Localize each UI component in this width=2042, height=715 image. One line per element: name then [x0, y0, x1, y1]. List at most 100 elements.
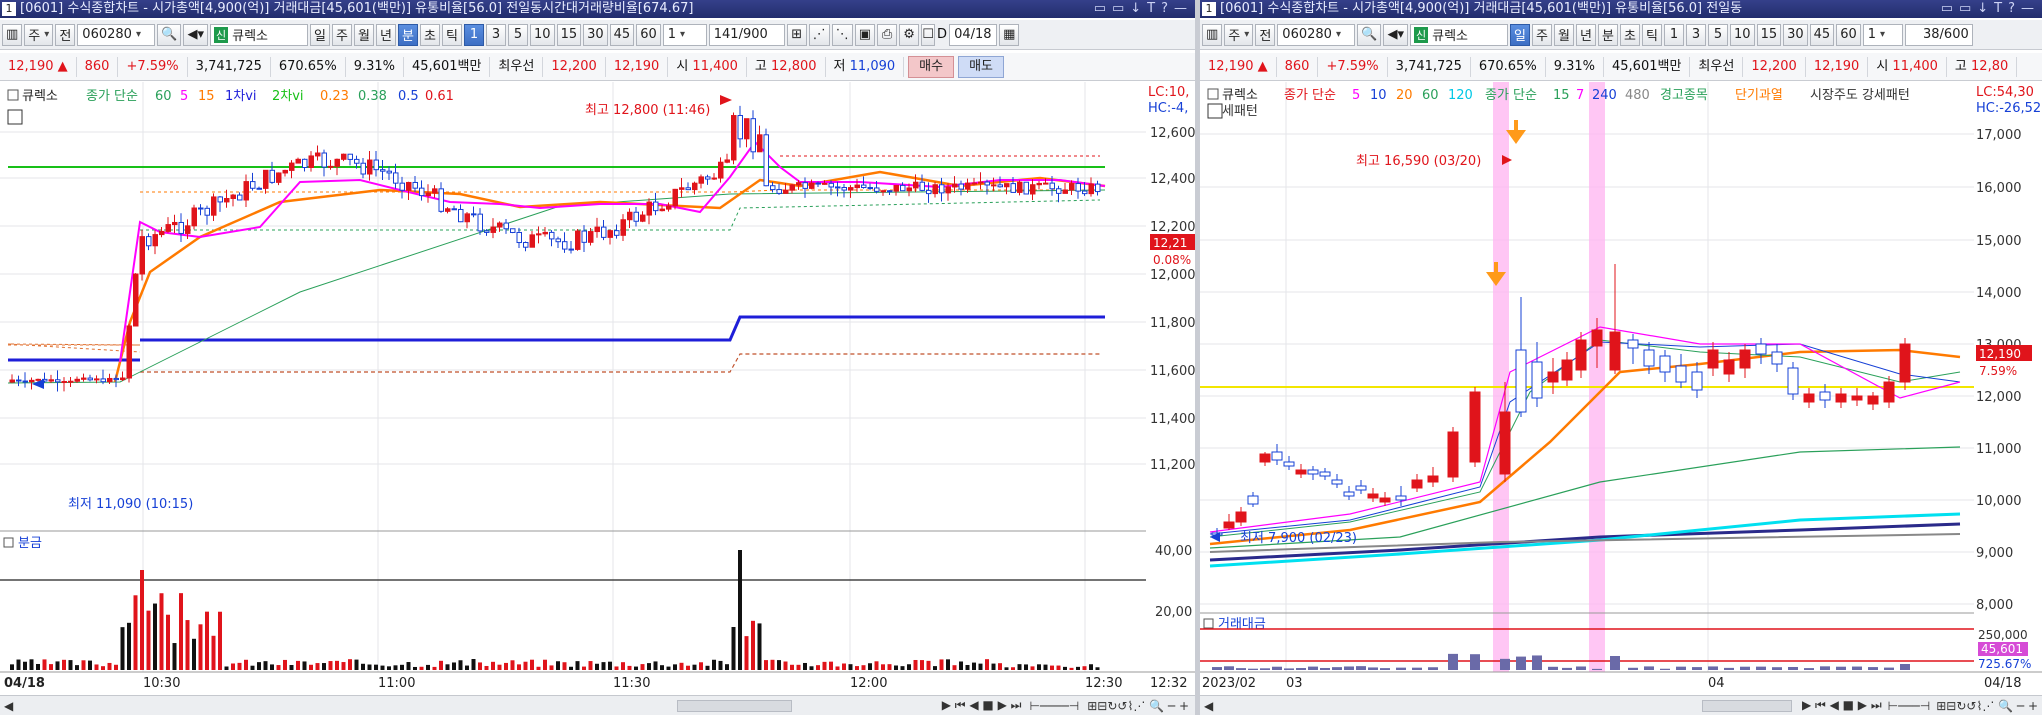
- print-icon[interactable]: ⎙: [877, 23, 898, 46]
- tab-second[interactable]: 초: [1620, 23, 1641, 46]
- time-axis-end: 12:32: [1150, 676, 1187, 691]
- compare-icon[interactable]: ⋰: [808, 23, 830, 46]
- highlight-band: [1589, 82, 1605, 672]
- volume-bar: [523, 661, 528, 670]
- nav-first-icon[interactable]: ▶ ⏮ ◀ ■ ▶ ⏭: [942, 698, 1022, 713]
- interval-45[interactable]: 45: [1809, 23, 1835, 46]
- tab-week[interactable]: 주: [332, 23, 353, 46]
- scroll-left-icon[interactable]: ◀: [4, 699, 13, 713]
- scroll-thumb[interactable]: [1701, 699, 1792, 712]
- chart-tool-icon[interactable]: ⊞: [786, 23, 807, 46]
- interval-5[interactable]: 5: [1708, 23, 1729, 46]
- tab-year[interactable]: 년: [1576, 23, 1597, 46]
- candle: [536, 233, 542, 236]
- tab-month[interactable]: 월: [354, 23, 375, 46]
- interval-10[interactable]: 10: [530, 23, 555, 46]
- tab-second[interactable]: 초: [420, 23, 441, 46]
- tab-tick[interactable]: 틱: [442, 23, 463, 46]
- code-input[interactable]: 060280: [1277, 23, 1356, 46]
- tab-day[interactable]: 일: [1510, 23, 1531, 46]
- interval-45[interactable]: 45: [609, 23, 635, 46]
- window-controls[interactable]: ▭▭↓T?—: [1094, 0, 1193, 17]
- volume-bar: [1884, 667, 1894, 670]
- tab-tick[interactable]: 틱: [1642, 23, 1663, 46]
- tab-minute[interactable]: 분: [1598, 23, 1619, 46]
- tab-week[interactable]: 주: [1532, 23, 1553, 46]
- volume-bar: [419, 666, 424, 670]
- d-checkbox[interactable]: ☐: [921, 23, 936, 46]
- left-scrollbar[interactable]: ◀ ▶ ⏮ ◀ ■ ▶ ⏭ ⊢────⊣ ⊞⊟↻↺⌇⋰ 🔍 ─ +: [0, 695, 1195, 715]
- settings-icon[interactable]: ⚙: [899, 23, 920, 46]
- legend-fib-4: 0.61: [425, 89, 454, 104]
- period-select[interactable]: 주: [24, 23, 54, 46]
- save-icon[interactable]: ▣: [854, 23, 876, 46]
- volume-bar: [621, 662, 625, 670]
- intraday-chart[interactable]: 12,600 12,400 12,200 12,000 11,800 11,600 11,4…: [0, 82, 1195, 699]
- page-count-field[interactable]: 141/900: [708, 23, 785, 46]
- window-controls[interactable]: ▭▭↓T?—: [1941, 0, 2040, 17]
- interval-5[interactable]: 5: [508, 23, 529, 46]
- candle: [347, 153, 353, 160]
- layout-icon[interactable]: ▥: [2, 23, 23, 46]
- zoom-slider[interactable]: ⊢───⊣: [1888, 699, 1931, 713]
- volume-bar: [1500, 658, 1510, 670]
- zoom-slider[interactable]: ⊢────⊣: [1029, 699, 1079, 713]
- candle: [172, 221, 178, 226]
- page-count-field[interactable]: 38/600: [1904, 23, 1973, 46]
- interval-15[interactable]: 15: [556, 23, 582, 46]
- volume-bar: [172, 643, 177, 670]
- speaker-icon[interactable]: ◀▾: [183, 23, 209, 46]
- calendar-icon[interactable]: ▦: [999, 23, 1020, 46]
- draw-tools-icons[interactable]: ⊞⊟↻↺⌇⋰ 🔍 ─ +: [1087, 699, 1189, 713]
- interval-10[interactable]: 10: [1730, 23, 1755, 46]
- toggle-grid-icon[interactable]: [1207, 103, 1223, 119]
- time-axis-mar: 03: [1286, 676, 1303, 691]
- volume-bar: [1043, 664, 1048, 670]
- buy-button[interactable]: 매수: [908, 55, 955, 78]
- interval-30[interactable]: 30: [583, 23, 608, 46]
- scroll-left-icon[interactable]: ◀: [1204, 699, 1213, 713]
- trend-icon[interactable]: ⋱: [831, 23, 853, 46]
- right-scrollbar[interactable]: ◀ ▶ ⏮ ◀ ■ ▶ ⏭ ⊢───⊣ ⊞⊟↻↺⌇⋰ 🔍 ─ +: [1200, 695, 2042, 715]
- draw-tools-icons[interactable]: ⊞⊟↻↺⌇⋰ 🔍 ─ +: [1936, 699, 2038, 713]
- interval-1[interactable]: 1: [464, 23, 485, 46]
- prev-button[interactable]: 전: [1255, 23, 1276, 46]
- volume-bar: [1592, 668, 1602, 670]
- period-select[interactable]: 주: [1224, 23, 1254, 46]
- daily-chart-svg[interactable]: 17,00016,00015,00014,00013,00012,00011,0…: [1200, 82, 2042, 695]
- speaker-icon[interactable]: ◀▾: [1383, 23, 1409, 46]
- volume-bar: [887, 664, 892, 670]
- interval-3[interactable]: 3: [486, 23, 507, 46]
- candle: [1515, 349, 1527, 413]
- tab-minute[interactable]: 분: [398, 23, 419, 46]
- interval-1[interactable]: 1: [1664, 23, 1685, 46]
- count-select[interactable]: 1: [1862, 23, 1903, 46]
- interval-60[interactable]: 60: [636, 23, 661, 46]
- trade-amount: 45,601백만: [1604, 56, 1691, 77]
- volume-bar: [218, 611, 222, 670]
- prev-button[interactable]: 전: [55, 23, 76, 46]
- tab-year[interactable]: 년: [376, 23, 397, 46]
- layout-icon[interactable]: ▥: [1202, 23, 1223, 46]
- intraday-chart-svg[interactable]: 12,600 12,400 12,200 12,000 11,800 11,600 11,4…: [0, 82, 1195, 695]
- tab-day[interactable]: 일: [310, 23, 331, 46]
- code-input[interactable]: 060280: [77, 23, 156, 46]
- volume-bar: [1396, 667, 1406, 670]
- toggle-grid-icon[interactable]: [7, 109, 23, 125]
- interval-3[interactable]: 3: [1686, 23, 1707, 46]
- market-field[interactable]: 신 큐렉소: [1410, 23, 1509, 46]
- interval-15[interactable]: 15: [1756, 23, 1782, 46]
- scroll-thumb[interactable]: [676, 699, 792, 712]
- count-select[interactable]: 1: [662, 23, 707, 46]
- search-icon[interactable]: 🔍: [157, 23, 182, 46]
- candle: [802, 182, 808, 189]
- interval-30[interactable]: 30: [1783, 23, 1808, 46]
- interval-60[interactable]: 60: [1836, 23, 1861, 46]
- date-field[interactable]: 04/18: [949, 23, 998, 46]
- tab-month[interactable]: 월: [1554, 23, 1575, 46]
- market-field[interactable]: 신 큐렉소: [210, 23, 309, 46]
- daily-chart[interactable]: 17,00016,00015,00014,00013,00012,00011,0…: [1200, 82, 2042, 699]
- nav-icons[interactable]: ▶ ⏮ ◀ ■ ▶ ⏭: [1802, 698, 1882, 713]
- search-icon[interactable]: 🔍: [1357, 23, 1382, 46]
- sell-button[interactable]: 매도: [958, 55, 1004, 78]
